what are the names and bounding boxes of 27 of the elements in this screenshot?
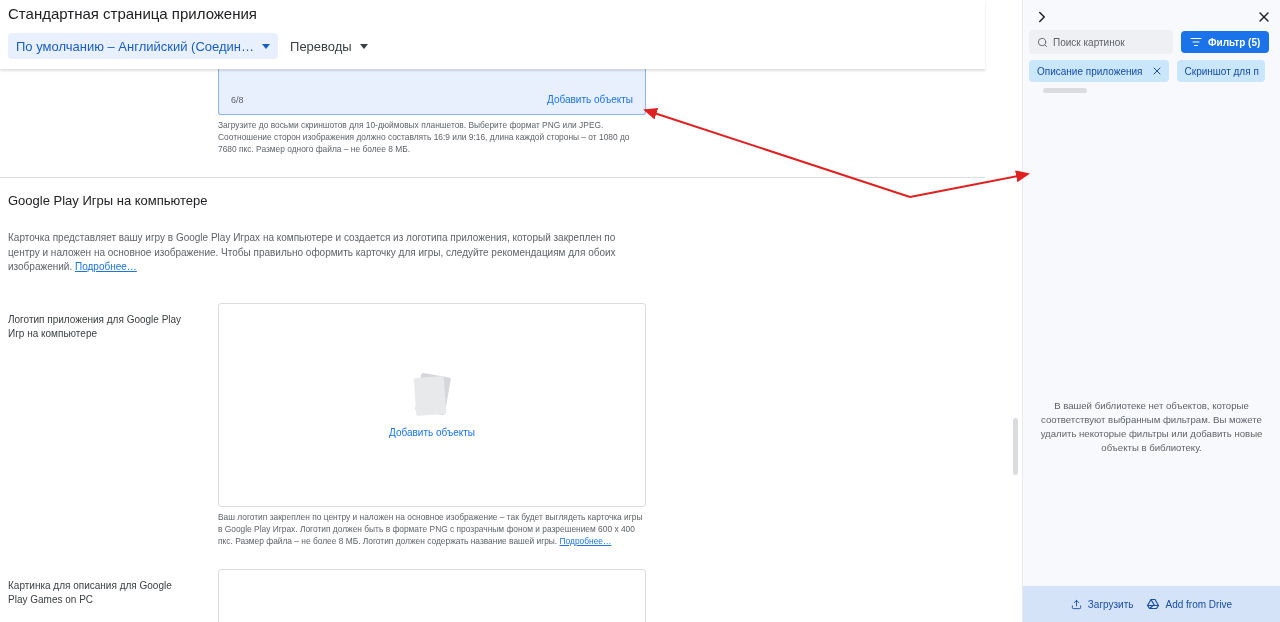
page-title: Стандартная страница приложения bbox=[8, 5, 258, 24]
field-label: Картинка для описания для Google Play Games on PC bbox=[8, 578, 173, 607]
upload-button[interactable]: Загрузить bbox=[1070, 598, 1134, 610]
section-description: Карточка представляет вашу игру в Google Play Играх на компьютере и создается из логотипа приложения, который закреплен по центру и наложен на основное изображение. Чтобы правильно оформить карточку для игры, следуйте рекомендациям для обоих изображений. Подробнее… bbox=[8, 231, 617, 274]
search-icon bbox=[1037, 37, 1048, 48]
scrollbar[interactable] bbox=[1013, 418, 1018, 475]
filter-button[interactable]: Фильтр (5) bbox=[1181, 31, 1270, 53]
image-counter: 6/8 bbox=[231, 95, 244, 105]
more-link[interactable]: Подробнее… bbox=[75, 261, 137, 272]
drive-icon bbox=[1147, 598, 1160, 610]
upload-icon bbox=[1070, 598, 1082, 610]
add-objects-link[interactable]: Добавить объекты bbox=[547, 94, 633, 105]
filter-icon bbox=[1190, 36, 1202, 48]
language-tab[interactable]: По умолчанию – Английский (Соедин… bbox=[8, 33, 279, 59]
more-link[interactable]: Подробнее… bbox=[559, 535, 612, 546]
hint-text: Ваш логотип закреплен по центру и наложен на основное изображение – так будет выглядеть карточка игры в Google Play Играх. Логотип должен быть в формате PNG с прозрачным фоном и разрешением 600 x 400 пкс. Размер файла – не более 8 МБ. Логотип должен содержать название вашей игры. Подробнее… bbox=[218, 510, 644, 547]
hint-text: Загрузите до восьми скриншотов для 10-дюймовых планшетов. Выберите формат PNG или JPEG. Соотношение сторон изображения должно составлять 16:9 или 9:16, длина каждой стороны – от 1080 до 7680 пкс. Размер одного файла – не более 8 МБ. bbox=[218, 119, 631, 155]
language-tab[interactable]: Переводы bbox=[282, 33, 376, 59]
section-title: Google Play Игры на компьютере bbox=[8, 193, 209, 208]
add-objects-link[interactable]: Добавить объекты bbox=[389, 427, 475, 438]
filter-chip[interactable]: Скриншот для п bbox=[1176, 60, 1265, 82]
filter-chip[interactable]: Описание приложения bbox=[1029, 60, 1169, 82]
search-field[interactable]: Поиск картинок bbox=[1029, 30, 1173, 54]
empty-message: В вашей библиотеке нет объектов, которые соответствуют выбранным фильтрам. Вы можете удалить некоторые фильтры или добавить новые объекты в библиотеку. bbox=[1039, 399, 1264, 455]
field-label: Логотип приложения для Google Play Игр на компьютере bbox=[8, 312, 183, 341]
scrollbar[interactable] bbox=[1043, 88, 1087, 93]
drive-button[interactable]: Add from Drive bbox=[1147, 598, 1233, 610]
